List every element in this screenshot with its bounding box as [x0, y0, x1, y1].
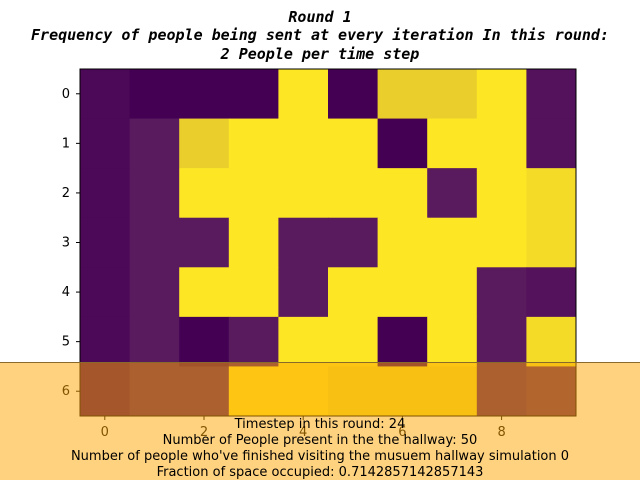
- heatmap-cell-r3-c7: [427, 217, 478, 268]
- heatmap-cell-r1-c2: [179, 118, 230, 169]
- heatmap-cell-r0-c3: [228, 69, 279, 120]
- heatmap-cell-r1-c5: [328, 118, 379, 169]
- heatmap-cell-r3-c8: [476, 217, 527, 268]
- heatmap-cell-r1-c8: [476, 118, 527, 169]
- heatmap-cell-r5-c6: [377, 316, 428, 367]
- heatmap-cell-r1-c3: [228, 118, 279, 169]
- heatmap-cell-r1-c0: [80, 118, 131, 169]
- heatmap-cell-r2-c3: [228, 168, 279, 219]
- heatmap-cell-r5-c8: [476, 316, 527, 367]
- heatmap-cell-r0-c7: [427, 69, 478, 120]
- y-tick-label: 5: [62, 335, 70, 350]
- y-tick-label: 4: [62, 285, 70, 300]
- heatmap-cell-r4-c6: [377, 267, 428, 318]
- heatmap-cell-r2-c0: [80, 168, 131, 219]
- y-tick-label: 0: [62, 87, 70, 102]
- heatmap-cell-r0-c0: [80, 69, 131, 120]
- y-tick-label: 1: [62, 136, 70, 151]
- heatmap-cell-r4-c3: [228, 267, 279, 318]
- heatmap-cell-r4-c1: [129, 267, 180, 318]
- heatmap-cell-r0-c2: [179, 69, 230, 120]
- heatmap-cell-r2-c8: [476, 168, 527, 219]
- y-tick-label: 3: [62, 236, 70, 251]
- heatmap-cell-r5-c2: [179, 316, 230, 367]
- heatmap-cell-r4-c2: [179, 267, 230, 318]
- heatmap-cell-r3-c2: [179, 217, 230, 268]
- timestep-text: Timestep in this round: 24: [234, 417, 406, 432]
- heatmap-cell-r0-c8: [476, 69, 527, 120]
- heatmap-cell-r3-c1: [129, 217, 180, 268]
- y-tick-label: 2: [62, 186, 70, 201]
- heatmap-cell-r2-c9: [526, 168, 577, 219]
- heatmap-cell-r4-c8: [476, 267, 527, 318]
- heatmap-cell-r4-c9: [526, 267, 577, 318]
- heatmap-cell-r4-c7: [427, 267, 478, 318]
- heatmap-cell-r3-c6: [377, 217, 428, 268]
- heatmap-cell-r2-c2: [179, 168, 230, 219]
- heatmap-cell-r5-c1: [129, 316, 180, 367]
- figure: Round 1 Frequency of people being sent a…: [0, 0, 640, 480]
- people-finished-text: Number of people who've finished visitin…: [70, 449, 570, 464]
- heatmap-cell-r1-c6: [377, 118, 428, 169]
- simulation-info-panel: Timestep in this round: 24 Number of Peo…: [0, 362, 640, 480]
- heatmap-cell-r0-c6: [377, 69, 428, 120]
- heatmap-cell-r5-c3: [228, 316, 279, 367]
- heatmap-cell-r2-c5: [328, 168, 379, 219]
- heatmap-cell-r0-c1: [129, 69, 180, 120]
- heatmap-cell-r2-c4: [278, 168, 329, 219]
- heatmap-cell-r5-c9: [526, 316, 577, 367]
- heatmap-cell-r5-c4: [278, 316, 329, 367]
- heatmap-cell-r0-c9: [526, 69, 577, 120]
- heatmap-cell-r4-c5: [328, 267, 379, 318]
- heatmap-cell-r5-c0: [80, 316, 131, 367]
- heatmap-cell-r3-c0: [80, 217, 131, 268]
- heatmap-cell-r0-c5: [328, 69, 379, 120]
- heatmap-cell-r0-c4: [278, 69, 329, 120]
- heatmap-cell-r4-c4: [278, 267, 329, 318]
- heatmap-cell-r3-c4: [278, 217, 329, 268]
- heatmap-cell-r5-c5: [328, 316, 379, 367]
- heatmap-cell-r2-c6: [377, 168, 428, 219]
- heatmap-cell-r3-c9: [526, 217, 577, 268]
- people-present-text: Number of People present in the the hall…: [162, 433, 478, 448]
- heatmap-cell-r2-c1: [129, 168, 180, 219]
- heatmap-cell-r1-c1: [129, 118, 180, 169]
- heatmap-cell-r1-c7: [427, 118, 478, 169]
- heatmap-cell-r2-c7: [427, 168, 478, 219]
- heatmap-cell-r1-c9: [526, 118, 577, 169]
- fraction-occupied-text: Fraction of space occupied: 0.7142857142…: [156, 465, 484, 480]
- heatmap-cell-r3-c5: [328, 217, 379, 268]
- heatmap-cell-r1-c4: [278, 118, 329, 169]
- heatmap-cell-r4-c0: [80, 267, 131, 318]
- heatmap-cell-r5-c7: [427, 316, 478, 367]
- heatmap-cell-r3-c3: [228, 217, 279, 268]
